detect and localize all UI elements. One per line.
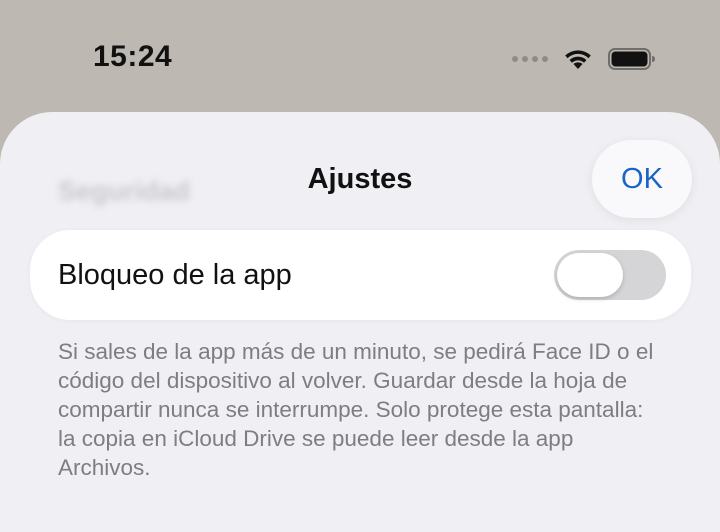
wifi-icon <box>565 50 591 69</box>
ok-button[interactable]: OK <box>592 140 692 218</box>
signal-dots-icon <box>512 56 548 62</box>
app-lock-label: Bloqueo de la app <box>58 258 292 291</box>
toggle-knob <box>557 253 623 297</box>
app-lock-toggle[interactable] <box>554 250 666 300</box>
app-lock-footnote: Si sales de la app más de un minuto, se … <box>58 339 654 480</box>
app-lock-row: Bloqueo de la app <box>30 230 691 320</box>
battery-icon <box>608 48 655 70</box>
status-bar: 15:24 <box>0 0 720 112</box>
status-icons <box>512 44 656 74</box>
status-time: 15:24 <box>93 40 173 73</box>
